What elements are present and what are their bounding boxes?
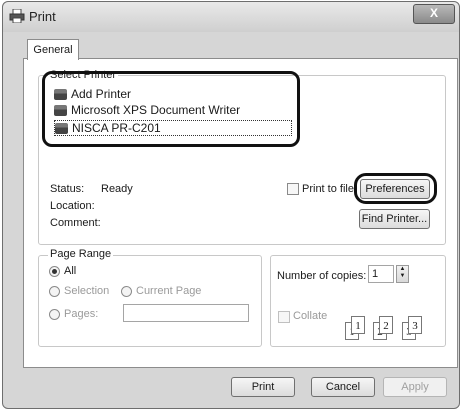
print-to-file-label: Print to file [302,183,354,195]
all-radio[interactable] [49,266,60,277]
collate-page: 2 [379,316,393,334]
pages-input[interactable] [123,304,249,322]
print-dialog: Print X General Select Printer Add Print… [2,1,460,409]
status-value: Ready [101,183,133,195]
printer-icon [9,9,25,23]
all-label: All [64,265,77,277]
copies-input[interactable]: 1 [368,265,394,283]
collate-page: 1 [351,316,365,334]
current-page-radio[interactable] [121,286,132,297]
printer-list-highlight [42,71,300,147]
cancel-button[interactable]: Cancel [311,377,375,397]
page-range-legend: Page Range [48,248,114,260]
collate-checkbox[interactable] [278,311,290,323]
print-to-file-checkbox[interactable] [287,183,299,195]
spin-up-icon[interactable]: ▲ [397,266,408,273]
location-label: Location: [50,200,95,212]
title-bar[interactable]: Print X [3,2,459,32]
tab-general[interactable]: General [27,39,79,60]
status-label: Status: [50,183,85,195]
collate-label: Collate [293,310,328,322]
copies-label: Number of copies: [277,270,367,282]
pages-label: Pages: [64,308,99,320]
selection-radio[interactable] [49,286,60,297]
print-button[interactable]: Print [231,377,295,397]
selection-label: Selection [64,285,110,297]
current-page-label: Current Page [136,285,202,297]
pages-radio[interactable] [49,309,60,320]
spin-down-icon[interactable]: ▼ [397,273,408,280]
find-printer-button[interactable]: Find Printer... [359,209,430,229]
window-title: Print [29,9,56,24]
tab-panel-general: Select Printer Add Printer Microsoft XPS… [23,58,458,368]
copies-spinner[interactable]: ▲ ▼ [396,265,409,283]
collate-page: 3 [408,316,422,334]
close-button[interactable]: X [413,4,455,24]
preferences-highlight [354,173,437,204]
apply-button[interactable]: Apply [383,377,447,397]
comment-label: Comment: [50,217,101,229]
